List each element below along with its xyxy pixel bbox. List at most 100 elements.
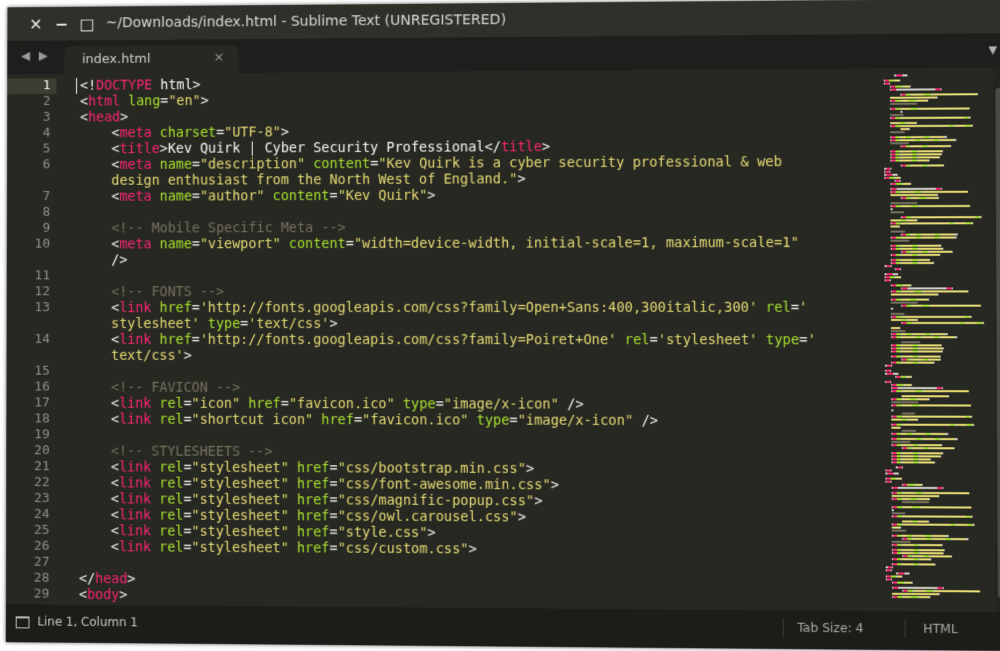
code-line: design enthusiast from the North West of… — [111, 171, 526, 189]
minimap-stroke — [918, 258, 929, 261]
minimap-stroke — [971, 124, 973, 127]
line-number: 21 — [34, 459, 50, 475]
minimap-stroke — [942, 552, 944, 555]
minimap-stroke — [941, 438, 955, 441]
minimap-stroke — [972, 222, 974, 225]
minimap-stroke — [973, 523, 975, 526]
minimap-stroke — [890, 380, 892, 383]
minimap-stroke — [951, 287, 953, 290]
minimap-stroke — [924, 93, 932, 96]
minimap-stroke — [941, 187, 943, 190]
syntax-selector[interactable]: HTML — [923, 622, 958, 637]
minimap-stroke — [919, 458, 930, 461]
minimap-stroke — [919, 444, 942, 447]
minimap-stroke — [951, 250, 953, 253]
minimap-stroke — [890, 208, 893, 211]
code-line: <html lang="en"> — [79, 93, 209, 110]
minimap-stroke — [918, 247, 943, 250]
minimap-stroke — [928, 145, 951, 148]
minimap-stroke — [901, 455, 914, 458]
minimap-stroke — [888, 82, 891, 85]
minimap-stroke — [918, 159, 929, 162]
minimap-stroke — [912, 304, 922, 307]
minimize-window-button[interactable]: − — [49, 11, 75, 37]
minimap-stroke — [902, 558, 914, 561]
minimap-stroke — [953, 138, 957, 142]
code-editor[interactable]: 1 2 3 4 5 6 7 8 9 10 11 12 13 14 15 16 1… — [5, 67, 1000, 613]
minimap-stroke — [908, 128, 910, 131]
minimap-stroke — [941, 387, 943, 390]
code-line: <!-- Mobile Specific Meta --> — [111, 219, 346, 237]
minimap-stroke — [945, 432, 949, 436]
minimap-stroke — [919, 461, 934, 464]
minimap-stroke — [899, 176, 901, 179]
cursor-position: Line 1, Column 1 — [37, 614, 138, 630]
minimap-stroke — [892, 273, 898, 276]
minimap-stroke — [890, 318, 902, 321]
minimap-stroke — [933, 537, 946, 541]
code-line: <!-- FAVICON --> — [111, 379, 241, 396]
minimap-stroke — [902, 520, 913, 523]
minimap-stroke — [901, 466, 903, 469]
minimap-stroke — [969, 116, 971, 119]
minimap-stroke — [911, 358, 924, 361]
maximize-window-button[interactable]: □ — [74, 11, 100, 37]
minimap-stroke — [940, 336, 955, 339]
line-number: 26 — [33, 538, 50, 554]
minimap-stroke — [908, 99, 916, 102]
editor-window: ✕ − □ ~/Downloads/index.html - Sublime T… — [5, 0, 1000, 651]
minimap-stroke — [913, 432, 926, 435]
minimap-stroke — [950, 555, 952, 558]
code-line: text/css'> — [111, 347, 192, 364]
minimap-stroke — [890, 569, 892, 572]
minimap-stroke — [890, 219, 901, 222]
minimap-stroke — [921, 483, 923, 486]
line-number: 6 — [42, 157, 51, 173]
minimap[interactable] — [879, 67, 996, 612]
minimap-stroke — [914, 190, 922, 193]
minimap-stroke — [890, 113, 904, 117]
line-number: 29 — [33, 586, 50, 602]
code-text[interactable]: <!DOCTYPE html> <html lang="en"> <head> <me… — [74, 73, 880, 603]
minimap-stroke — [932, 534, 946, 538]
minimap-stroke — [902, 543, 914, 547]
minimap-stroke — [901, 107, 911, 110]
minimap-stroke — [890, 193, 937, 197]
code-line: <!-- STYLESHEETS --> — [110, 443, 273, 461]
minimap-stroke — [898, 586, 938, 590]
line-number: 18 — [34, 411, 50, 427]
minimap-stroke — [923, 390, 969, 393]
panel-toggle-icon[interactable] — [15, 616, 30, 629]
minimap-stroke — [890, 102, 917, 105]
tab-close-icon[interactable]: × — [214, 50, 225, 65]
minimap-stroke — [922, 290, 969, 293]
minimap-stroke — [890, 202, 918, 205]
close-window-button[interactable]: ✕ — [23, 11, 49, 37]
minimap-stroke — [911, 93, 925, 96]
minimap-stroke — [891, 440, 911, 444]
minimap-stroke — [918, 398, 929, 401]
minimap-stroke — [930, 304, 981, 307]
code-line: <meta charset="UTF-8"> — [111, 124, 289, 142]
minimap-stroke — [891, 364, 893, 367]
minimap-stroke — [890, 142, 909, 145]
tab-index-html[interactable]: index.html × — [64, 45, 239, 75]
minimap-stroke — [891, 566, 893, 569]
minimap-stroke — [954, 233, 958, 236]
code-line: <link rel="stylesheet" href="css/custom.… — [110, 539, 477, 558]
minimap-stroke — [942, 452, 944, 455]
minimap-stroke — [919, 563, 935, 566]
line-number: 1 — [42, 78, 51, 94]
tab-nav-left-icon[interactable]: ◀ — [21, 49, 30, 63]
minimap-stroke — [901, 116, 965, 119]
minimap-stroke — [918, 347, 943, 350]
minimap-stroke — [903, 506, 913, 509]
code-line: <link rel="stylesheet" href="style.css"> — [110, 523, 436, 542]
minimap-stroke — [896, 187, 936, 190]
minimap-stroke — [929, 447, 954, 450]
tab-nav-right-icon[interactable]: ▶ — [39, 49, 48, 63]
tab-list-dropdown-icon[interactable]: ▼ — [988, 43, 997, 56]
line-number: 27 — [33, 554, 50, 570]
tab-size-selector[interactable]: Tab Size: 4 — [797, 621, 863, 636]
scrollbar-thumb[interactable] — [995, 87, 1000, 598]
